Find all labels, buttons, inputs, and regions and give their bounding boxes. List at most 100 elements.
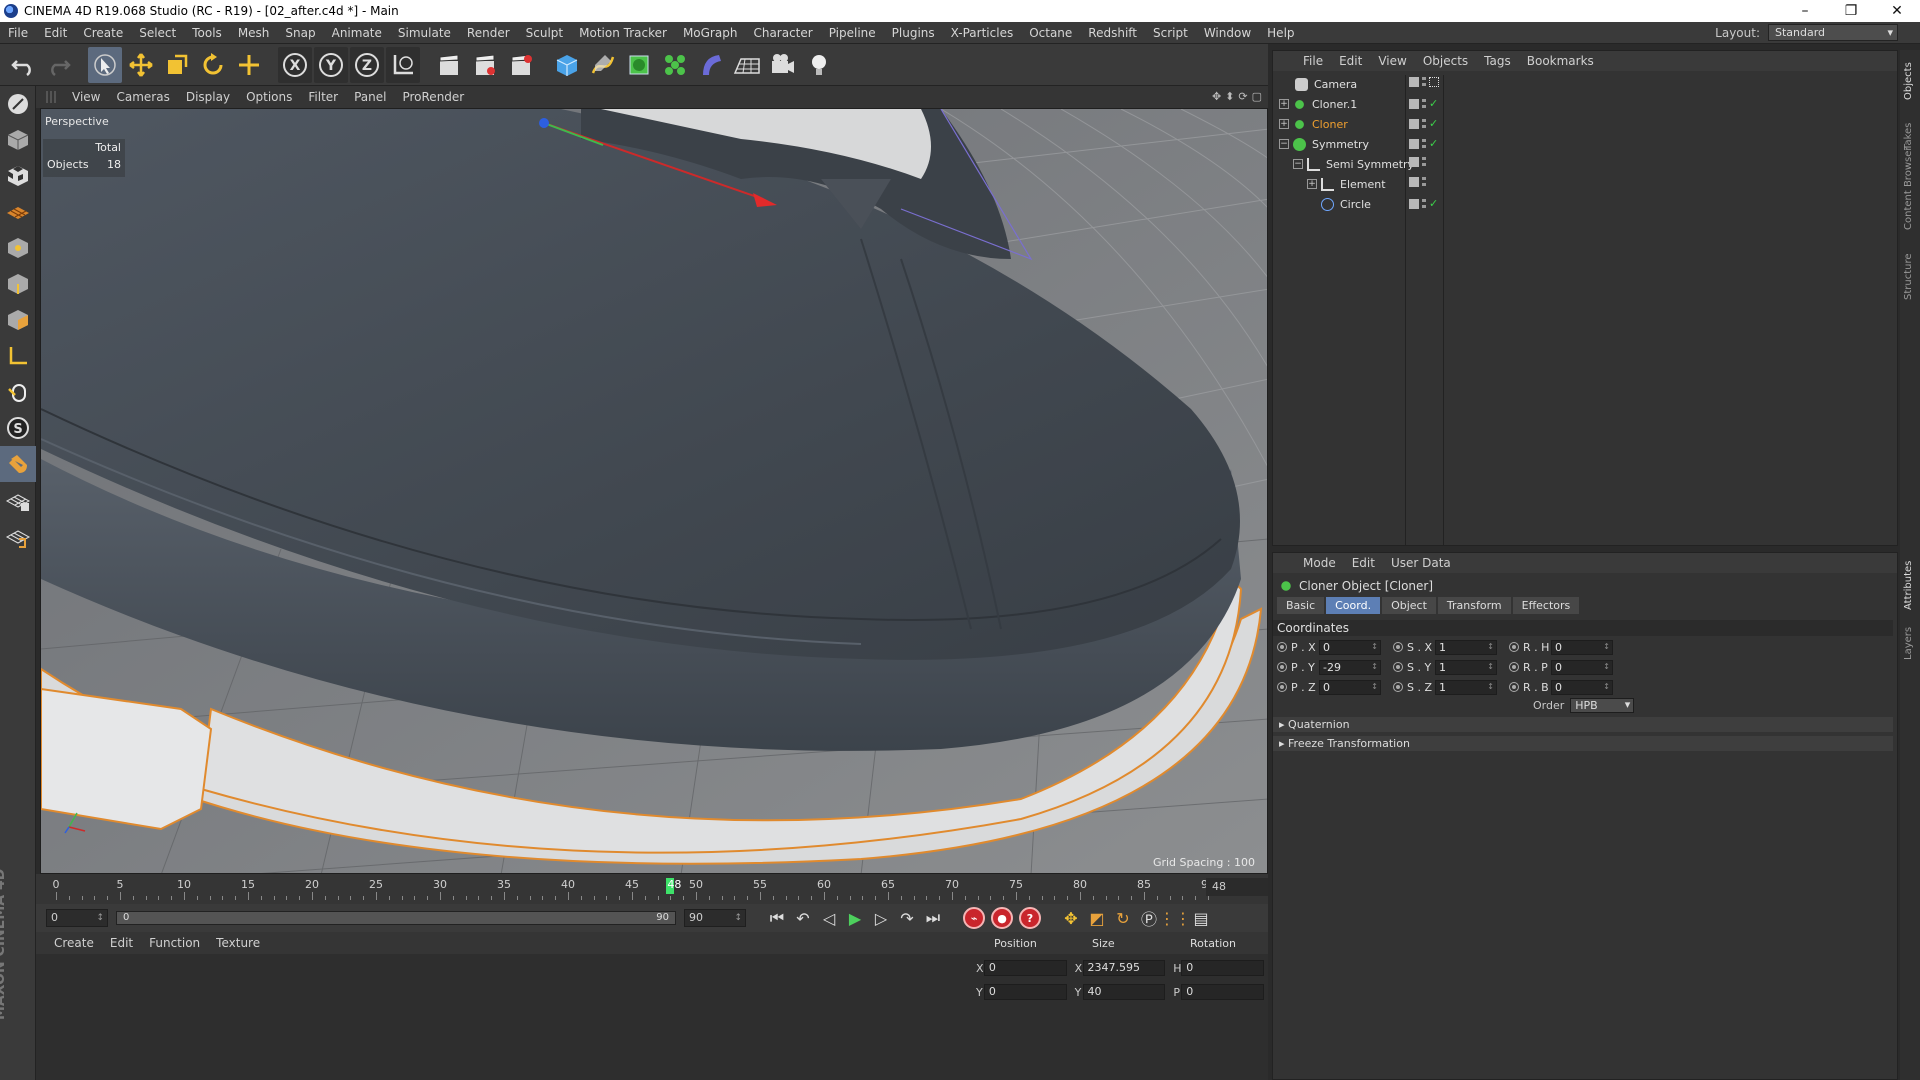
s-x-field[interactable]: 1 [1435,639,1497,655]
enabled-check-icon[interactable]: ✓ [1429,197,1438,210]
objects-menu-file[interactable]: File [1295,54,1331,68]
attr-menu-mode[interactable]: Mode [1295,556,1344,570]
object-row-element[interactable]: + Element [1307,175,1386,193]
play-button[interactable]: ▶ [842,906,868,930]
menu-snap[interactable]: Snap [277,26,323,40]
enabled-check-icon[interactable]: ✓ [1429,97,1438,110]
transform-tool-button[interactable] [232,47,266,83]
close-button[interactable]: ✕ [1874,3,1920,19]
menu-tools[interactable]: Tools [184,26,230,40]
animate-radio[interactable] [1277,642,1287,652]
grid-snap-button[interactable] [0,518,36,554]
animate-radio[interactable] [1277,662,1287,672]
maximize-button[interactable]: ❐ [1828,3,1874,19]
object-row-camera[interactable]: Camera [1295,75,1357,93]
menu-simulate[interactable]: Simulate [390,26,459,40]
object-row-circle[interactable]: Circle [1321,195,1371,213]
polygons-mode-button[interactable] [0,302,36,338]
enable-snap-button[interactable] [0,446,36,482]
rotation-h-field[interactable]: 0 [1181,960,1264,976]
workplane-mode-button[interactable] [0,194,36,230]
timeline-ruler[interactable]: 05101520253035404550556065707580859048 4… [36,874,1268,904]
side-tab-content-browser[interactable]: Content Browser [1903,147,1914,230]
viewport-menu-panel[interactable]: Panel [346,90,394,104]
expand-icon[interactable]: + [1279,119,1289,129]
p-z-field[interactable]: 0 [1319,679,1381,695]
menu-plugins[interactable]: Plugins [884,26,943,40]
menu-help[interactable]: Help [1259,26,1302,40]
side-tab-layers[interactable]: Layers [1903,627,1914,660]
light-object-button[interactable] [802,47,836,83]
attr-menu-edit[interactable]: Edit [1344,556,1383,570]
autokeying-button[interactable]: ● [991,907,1013,929]
record-rotation-button[interactable]: ↻ [1110,906,1136,930]
menu-animate[interactable]: Animate [324,26,390,40]
cube-object-button[interactable] [550,47,584,83]
animate-radio[interactable] [1393,662,1403,672]
menu-character[interactable]: Character [745,26,820,40]
cloner-button[interactable] [658,47,692,83]
expand-icon[interactable]: + [1307,179,1317,189]
objects-menu-view[interactable]: View [1370,54,1414,68]
animate-radio[interactable] [1393,682,1403,692]
enabled-check-icon[interactable]: ✓ [1429,117,1438,130]
deformer-button[interactable] [694,47,728,83]
snapping-button[interactable]: S [0,410,36,446]
position-x-field[interactable]: 0 [983,960,1067,976]
viewport-menu-options[interactable]: Options [238,90,300,104]
tab-transform[interactable]: Transform [1437,597,1511,614]
object-row-cloner[interactable]: + Cloner [1279,115,1348,133]
s-y-field[interactable]: 1 [1435,659,1497,675]
menu-edit[interactable]: Edit [36,26,75,40]
collapse-icon[interactable]: − [1279,139,1289,149]
objects-menu-tags[interactable]: Tags [1476,54,1519,68]
layer-icon[interactable] [1409,118,1419,129]
record-active-objects-button[interactable]: ⌁ [963,907,985,929]
r-p-field[interactable]: 0 [1551,659,1613,675]
layer-icon[interactable] [1409,177,1419,187]
undo-button[interactable] [6,47,40,83]
record-position-button[interactable]: ✥ [1058,906,1084,930]
pan-view-icon[interactable]: ✥ [1212,90,1221,103]
pen-spline-button[interactable] [586,47,620,83]
layer-icon[interactable] [1409,138,1419,149]
animate-radio[interactable] [1277,682,1287,692]
timeline-scheme-button[interactable]: ▤ [1188,906,1214,930]
rotation-p-field[interactable]: 0 [1181,984,1265,1000]
viewport-menu-display[interactable]: Display [178,90,238,104]
position-y-field[interactable]: 0 [983,984,1067,1000]
layer-icon[interactable] [1409,77,1419,87]
points-mode-button[interactable] [0,230,36,266]
viewport-menu-prorender[interactable]: ProRender [394,90,472,104]
previous-key-button[interactable]: ↶ [790,906,816,930]
size-x-field[interactable]: 2347.595 [1082,960,1166,976]
make-editable-button[interactable] [0,86,36,122]
menu-file[interactable]: File [0,26,36,40]
y-axis-lock-button[interactable]: Y [314,46,348,83]
visibility-dots-icon[interactable] [1422,118,1426,129]
menu-mograph[interactable]: MoGraph [675,26,746,40]
menu-motion-tracker[interactable]: Motion Tracker [571,26,675,40]
minimize-button[interactable]: – [1782,3,1828,19]
go-to-end-button[interactable]: ⏭ [920,906,946,930]
rotate-tool-button[interactable] [196,47,230,83]
objects-menu-objects[interactable]: Objects [1415,54,1476,68]
menu-create[interactable]: Create [75,26,131,40]
attr-menu-user-data[interactable]: User Data [1383,556,1459,570]
side-tab-attributes[interactable]: Attributes [1903,561,1914,610]
menu-window[interactable]: Window [1196,26,1259,40]
timeline-end-field[interactable]: 48 [1206,878,1268,896]
objects-menu-edit[interactable]: Edit [1331,54,1370,68]
end-frame-field[interactable]: 90 [684,909,746,927]
menu-x-particles[interactable]: X-Particles [943,26,1022,40]
side-tab-structure[interactable]: Structure [1903,253,1914,300]
visibility-dots-icon[interactable] [1422,77,1426,87]
visibility-dots-icon[interactable] [1422,138,1426,149]
side-tab-objects[interactable]: Objects [1903,62,1914,100]
x-axis-lock-button[interactable]: X [278,46,312,83]
axis-mode-button[interactable] [0,338,36,374]
perspective-viewport[interactable]: Perspective Total Objects 18 Grid Spacing… [40,108,1268,874]
record-pla-button[interactable]: ⋮⋮ [1159,906,1191,930]
tweak-mode-button[interactable] [0,374,36,410]
scale-tool-button[interactable] [160,47,194,83]
